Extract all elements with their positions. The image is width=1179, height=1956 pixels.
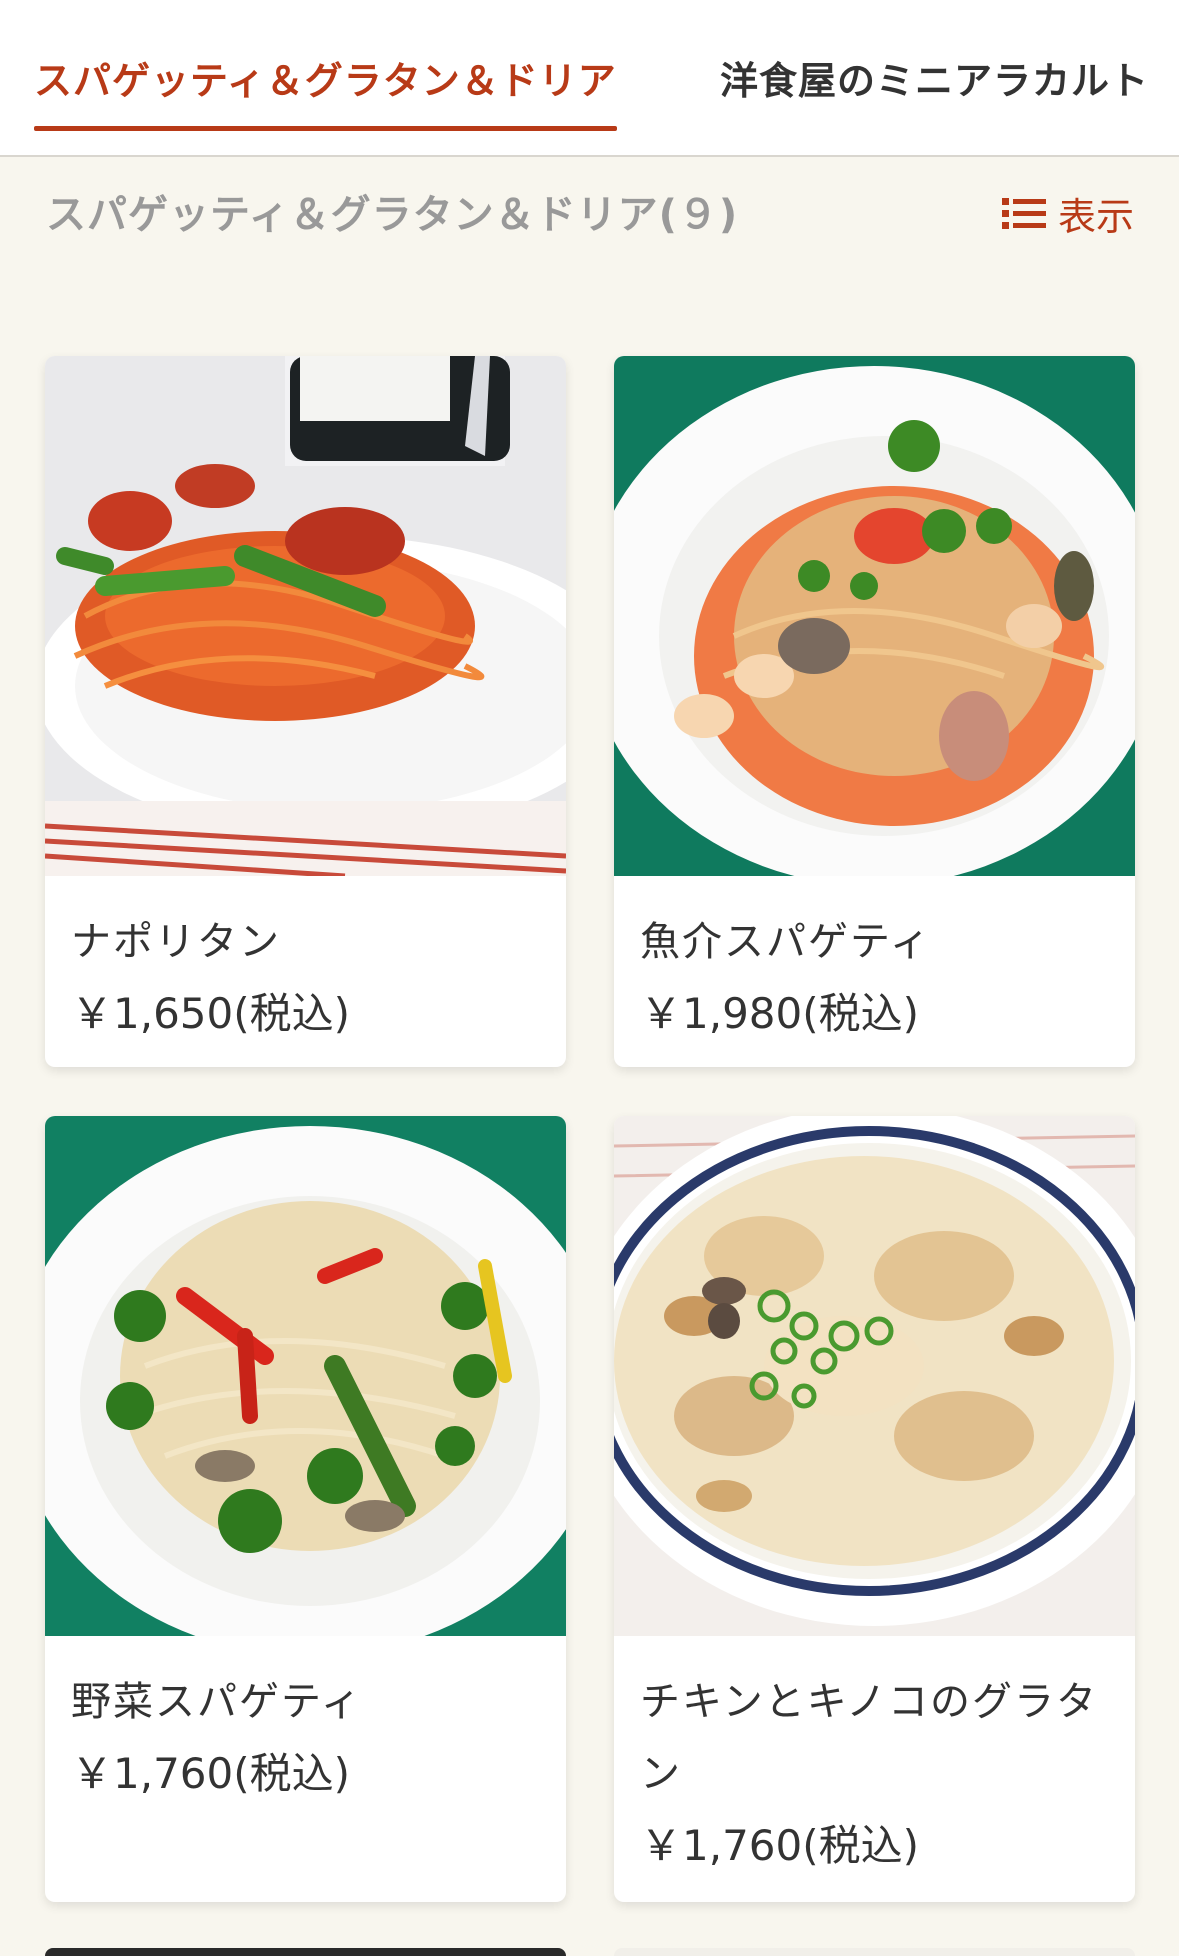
tab-spaghetti-gratin-doria[interactable]: スパゲッティ＆グラタン＆ドリア [34, 50, 617, 131]
menu-item-card[interactable]: 魚介スパゲティ ￥1,980(税込) [614, 356, 1135, 1067]
display-label: 表示 [1057, 195, 1134, 239]
menu-item-name: 野菜スパゲティ [71, 1679, 363, 1725]
menu-item-price: ￥1,650(税込) [71, 989, 351, 1038]
menu-item-card[interactable]: 野菜スパゲティ ￥1,760(税込) [45, 1116, 566, 1902]
menu-item-price: ￥1,760(税込) [71, 1749, 351, 1798]
menu-item-price: ￥1,760(税込) [640, 1821, 920, 1870]
list-icon [1001, 197, 1046, 229]
next-card-peek [45, 1948, 566, 1956]
next-card-peek [614, 1948, 1135, 1956]
menu-item-photo [614, 1116, 1135, 1636]
section-header: スパゲッティ＆グラタン＆ドリア(９) 表示 [46, 178, 1134, 241]
menu-item-name: チキンとキノコのグラタン [640, 1679, 1098, 1797]
display-toggle-button[interactable]: 表示 [1001, 186, 1134, 241]
menu-item-card[interactable]: チキンとキノコのグラタン ￥1,760(税込) [614, 1116, 1135, 1902]
menu-item-name: 魚介スパゲティ [640, 919, 932, 965]
category-tab-bar: スパゲッティ＆グラタン＆ドリア 洋食屋のミニアラカルト [0, 0, 1179, 157]
menu-item-name: ナポリタン [71, 919, 281, 965]
menu-item-photo [45, 356, 566, 876]
tab-mini-a-la-carte[interactable]: 洋食屋のミニアラカルト [720, 50, 1149, 105]
menu-item-photo [614, 356, 1135, 876]
menu-item-card[interactable]: ナポリタン ￥1,650(税込) [45, 356, 566, 1067]
menu-item-price: ￥1,980(税込) [640, 989, 920, 1038]
section-title: スパゲッティ＆グラタン＆ドリア(９) [46, 192, 739, 238]
menu-item-photo [45, 1116, 566, 1636]
